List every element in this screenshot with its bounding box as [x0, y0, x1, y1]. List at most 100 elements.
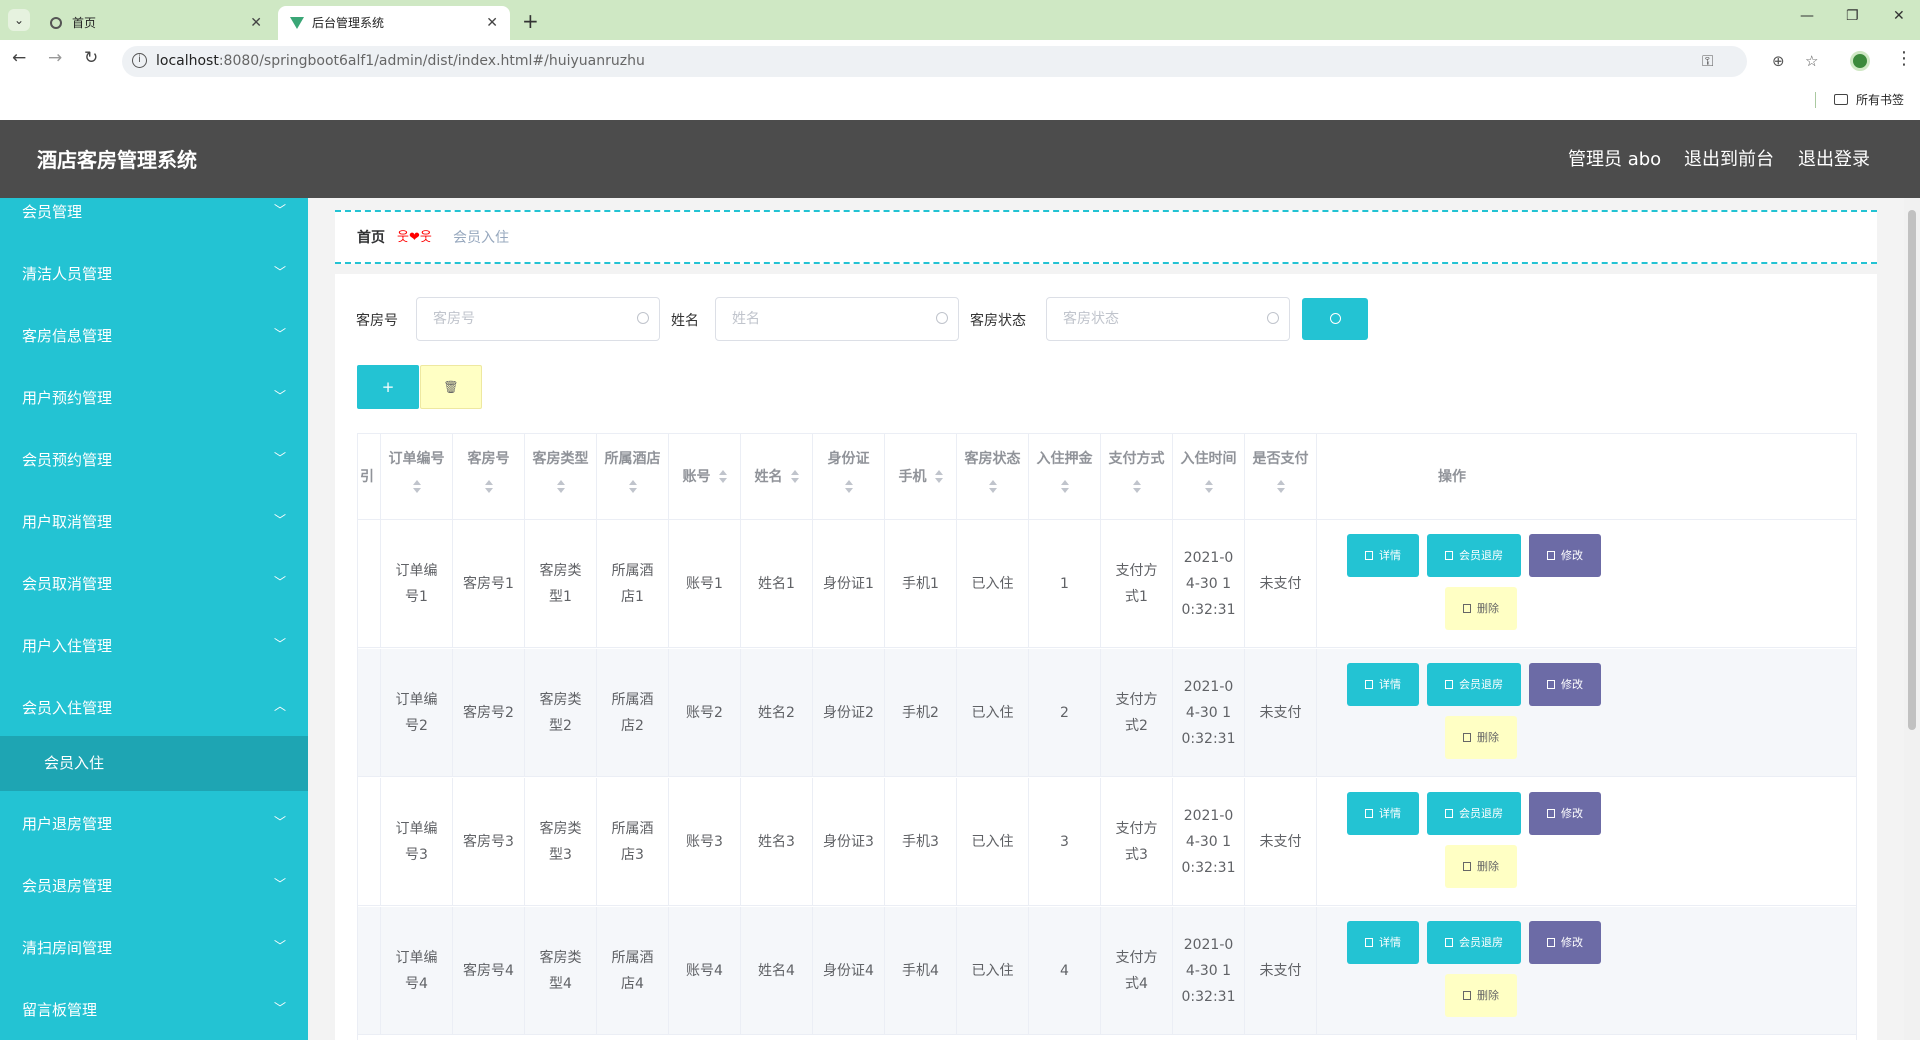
password-key-icon[interactable]: ⚿: [1702, 52, 1713, 70]
all-bookmarks-link[interactable]: 所有书签: [1856, 80, 1904, 120]
order-no-cell: 订单编号2: [381, 649, 453, 777]
sidebar-item-cleaner[interactable]: 清洁人员管理 ﹀: [0, 244, 308, 304]
name-field[interactable]: [716, 298, 958, 340]
sidebar-item-room-info[interactable]: 客房信息管理 ﹀: [0, 306, 308, 366]
sort-icon[interactable]: [484, 480, 493, 494]
sort-icon[interactable]: [844, 480, 853, 494]
sidebar-item-member-checkout[interactable]: 会员退房管理 ﹀: [0, 856, 308, 916]
logout-link[interactable]: 退出登录: [1798, 120, 1870, 200]
member-checkout-button[interactable]: 会员退房: [1427, 534, 1521, 577]
col-paid[interactable]: 是否支付: [1245, 434, 1317, 520]
delete-button[interactable]: 删除: [1445, 587, 1517, 630]
detail-button[interactable]: 详情: [1347, 663, 1419, 706]
sidebar-item-user-checkin[interactable]: 用户入住管理 ﹀: [0, 616, 308, 676]
scrollbar-thumb[interactable]: [1908, 210, 1916, 730]
edit-button[interactable]: 修改: [1529, 663, 1601, 706]
col-deposit[interactable]: 入住押金: [1029, 434, 1101, 520]
delete-button[interactable]: 删除: [1445, 974, 1517, 1017]
sidebar-item-member[interactable]: 会员管理 ﹀: [0, 198, 308, 242]
col-account[interactable]: 账号: [669, 434, 741, 520]
col-checkin-time[interactable]: 入住时间: [1173, 434, 1245, 520]
close-window-icon[interactable]: ✕: [1893, 8, 1905, 24]
tab-search-button[interactable]: ⌄: [8, 9, 30, 31]
restore-icon[interactable]: ❐: [1846, 8, 1859, 24]
browser-tab-admin[interactable]: 后台管理系统 ✕: [278, 6, 510, 40]
site-info-icon[interactable]: i: [132, 53, 147, 68]
sort-icon[interactable]: [718, 470, 727, 484]
zoom-icon[interactable]: ⊕: [1772, 52, 1785, 70]
sidebar-item-message-board[interactable]: 留言板管理 ﹀: [0, 980, 308, 1040]
bookmark-star-icon[interactable]: ☆: [1805, 52, 1818, 70]
id-card-cell: 身份证3: [813, 778, 885, 906]
trash-icon: [1463, 604, 1471, 613]
actions-cell: 详情 会员退房 修改 删除: [1317, 520, 1601, 648]
search-button[interactable]: [1302, 298, 1368, 340]
detail-button[interactable]: 详情: [1347, 534, 1419, 577]
browser-tab-home[interactable]: 首页 ✕: [38, 6, 274, 40]
forward-icon[interactable]: →: [48, 48, 62, 68]
close-tab-icon[interactable]: ✕: [250, 6, 262, 40]
col-room-no[interactable]: 客房号: [453, 434, 525, 520]
room-status-cell: 已入住: [957, 520, 1029, 648]
batch-delete-button[interactable]: 🗑: [420, 365, 482, 409]
sort-icon[interactable]: [1060, 480, 1069, 494]
col-id-card[interactable]: 身份证: [813, 434, 885, 520]
sort-icon[interactable]: [790, 470, 799, 484]
breadcrumb-home[interactable]: 首页: [357, 212, 385, 264]
room-no-field[interactable]: [417, 298, 659, 340]
detail-button[interactable]: 详情: [1347, 921, 1419, 964]
minimize-icon[interactable]: —: [1800, 8, 1814, 24]
sort-icon[interactable]: [412, 480, 421, 494]
col-order-no[interactable]: 订单编号: [381, 434, 453, 520]
sidebar-item-member-cancel[interactable]: 会员取消管理 ﹀: [0, 554, 308, 614]
member-checkout-button[interactable]: 会员退房: [1427, 663, 1521, 706]
sidebar-item-member-checkin[interactable]: 会员入住管理 ︿: [0, 678, 308, 738]
sort-icon[interactable]: [1132, 480, 1141, 494]
room-no-input[interactable]: [416, 297, 660, 341]
sidebar-item-user-cancel[interactable]: 用户取消管理 ﹀: [0, 492, 308, 552]
col-hotel[interactable]: 所属酒店: [597, 434, 669, 520]
reload-icon[interactable]: ↻: [84, 48, 98, 68]
new-tab-button[interactable]: +: [522, 6, 539, 36]
profile-avatar-icon[interactable]: [1850, 51, 1870, 71]
sort-icon[interactable]: [556, 480, 565, 494]
room-status-field[interactable]: [1047, 298, 1289, 340]
room-status-input[interactable]: [1046, 297, 1290, 341]
back-icon[interactable]: ←: [12, 48, 26, 68]
member-checkout-button[interactable]: 会员退房: [1427, 921, 1521, 964]
address-bar[interactable]: i localhost:8080/springboot6alf1/admin/d…: [122, 46, 1747, 77]
browser-menu-icon[interactable]: ⋮: [1895, 48, 1913, 69]
page-scrollbar[interactable]: [1904, 198, 1920, 1040]
add-button[interactable]: +: [357, 365, 419, 409]
paid-cell: 未支付: [1245, 778, 1317, 906]
sidebar-item-room-cleaning[interactable]: 清扫房间管理 ﹀: [0, 918, 308, 978]
edit-button[interactable]: 修改: [1529, 792, 1601, 835]
room-type-cell: 客房类型1: [525, 520, 597, 648]
room-status-label: 客房状态: [970, 313, 1026, 329]
col-name[interactable]: 姓名: [741, 434, 813, 520]
delete-button[interactable]: 删除: [1445, 716, 1517, 759]
sort-icon[interactable]: [934, 470, 943, 484]
account-cell: 账号2: [669, 649, 741, 777]
close-tab-icon[interactable]: ✕: [486, 6, 498, 40]
sort-icon[interactable]: [628, 480, 637, 494]
col-payment[interactable]: 支付方式: [1101, 434, 1173, 520]
sidebar-item-user-checkout[interactable]: 用户退房管理 ﹀: [0, 794, 308, 854]
sort-icon[interactable]: [1204, 480, 1213, 494]
sidebar-item-member-booking[interactable]: 会员预约管理 ﹀: [0, 430, 308, 490]
col-room-status[interactable]: 客房状态: [957, 434, 1029, 520]
member-checkout-button[interactable]: 会员退房: [1427, 792, 1521, 835]
detail-button[interactable]: 详情: [1347, 792, 1419, 835]
col-room-type[interactable]: 客房类型: [525, 434, 597, 520]
back-to-front-link[interactable]: 退出到前台: [1684, 120, 1774, 200]
sidebar-subitem-member-checkin[interactable]: 会员入住: [0, 736, 308, 791]
sidebar-item-user-booking[interactable]: 用户预约管理 ﹀: [0, 368, 308, 428]
sort-icon[interactable]: [988, 480, 997, 494]
name-input[interactable]: [715, 297, 959, 341]
sort-icon[interactable]: [1276, 480, 1285, 494]
delete-button[interactable]: 删除: [1445, 845, 1517, 888]
edit-button[interactable]: 修改: [1529, 921, 1601, 964]
app-title: 酒店客房管理系统: [37, 148, 197, 172]
edit-button[interactable]: 修改: [1529, 534, 1601, 577]
col-phone[interactable]: 手机: [885, 434, 957, 520]
